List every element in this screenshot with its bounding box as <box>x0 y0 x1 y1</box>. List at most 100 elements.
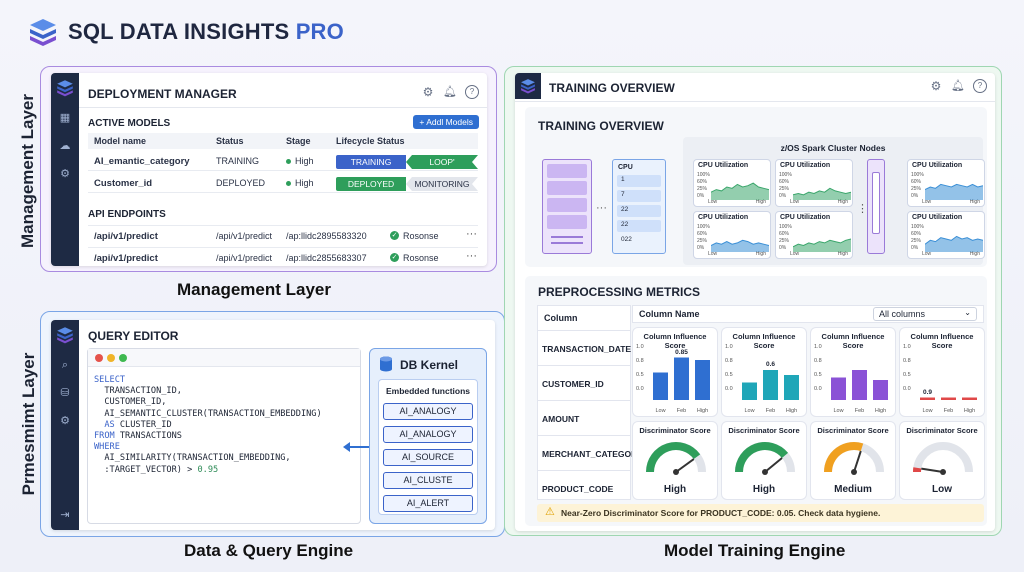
server-line <box>551 236 583 238</box>
y-tick-label: 1.0 <box>725 344 733 350</box>
cpu-utilization-card[interactable]: CPU Utilization 100% 60% 25% 0% Low High <box>775 159 853 207</box>
close-dot-icon[interactable] <box>95 354 103 362</box>
more-options-icon[interactable]: ··· <box>466 250 477 262</box>
code-line: :TARGET_VECTOR) > 0.95 <box>94 465 322 476</box>
server-line <box>551 242 583 244</box>
code-line: FROM TRANSACTIONS <box>94 431 322 442</box>
x-tick-label: Low <box>744 408 755 414</box>
cpu-card-title: CPU Utilization <box>780 214 831 221</box>
model-row[interactable]: AI_emantic_category TRAINING High TRAINING L… <box>88 151 478 171</box>
embedded-functions-label: Embedded functions <box>385 386 471 396</box>
embedded-function-item[interactable]: AI_ALERT <box>383 495 473 512</box>
code-number: 0.95 <box>197 464 219 475</box>
discriminator-card[interactable]: Discriminator Score Low <box>899 421 985 500</box>
bell-icon[interactable]: 🔔︎ <box>951 79 965 93</box>
influence-bar <box>653 372 668 400</box>
gauge-fill <box>735 442 789 473</box>
code-text: TRANSACTIONS <box>114 431 182 442</box>
embedded-function-item[interactable]: AI_ANALOGY <box>383 426 473 443</box>
logout-icon[interactable]: ⇥ <box>58 508 72 522</box>
discriminator-card-title: Discriminator Score <box>728 426 800 435</box>
embedded-function-item[interactable]: AI_SOURCE <box>383 449 473 466</box>
column-list-item[interactable]: PRODUCT_CODE <box>542 484 613 494</box>
code-keyword: WHERE <box>94 442 120 453</box>
warning-banner: ⚠ Near-Zero Discriminator Score for PROD… <box>537 504 984 522</box>
influence-bars <box>831 370 888 400</box>
cpu-utilization-card[interactable]: CPU Utilization 100% 60% 25% 0% Low High <box>775 211 853 259</box>
discriminator-card[interactable]: Discriminator Score High <box>632 421 718 500</box>
gauge-fill <box>824 442 864 473</box>
col-model-name: Model name <box>94 136 147 146</box>
cpu-utilization-card[interactable]: CPU Utilization 100% 60% 25% 0% Low High <box>693 211 771 259</box>
col-stage: Stage <box>286 136 311 146</box>
gear-icon[interactable]: ⚙ <box>929 79 943 93</box>
gauge-hub <box>851 469 857 475</box>
training-logo-box <box>515 73 541 99</box>
help-icon[interactable]: ? <box>973 79 987 93</box>
preprocessing-layer-side-label: Prmesmimt Layer <box>19 352 38 496</box>
cpu-sparkline <box>925 183 983 200</box>
help-icon[interactable]: ? <box>465 85 479 99</box>
bell-icon[interactable]: 🔔︎ <box>443 85 457 99</box>
more-options-icon[interactable]: ··· <box>466 228 477 240</box>
embedded-function-item[interactable]: AI_CLUSTE <box>383 472 473 489</box>
influence-card[interactable]: Column Influence Score 1.0 0.8 0.5 0.0 0.85 Lo… <box>632 327 718 417</box>
column-list-item[interactable]: TRANSACTION_DATE <box>542 344 631 354</box>
cloud-upload-icon[interactable]: ☁ <box>58 139 72 153</box>
endpoint-row[interactable]: /api/v1/predict/api/v1/predict/ap:llidc2… <box>88 247 478 267</box>
columns-select[interactable]: All columns ⌄ <box>873 307 977 321</box>
maximize-dot-icon[interactable] <box>119 354 127 362</box>
embedded-functions-box: Embedded functions AI_ANALOGY AI_ANALOGY A… <box>378 379 478 515</box>
cpu-row: 1 <box>617 175 661 187</box>
preprocessing-section: PREPROCESSING METRICS Column TRANSACTION… <box>525 276 987 526</box>
influence-card[interactable]: Column Influence Score 1.0 0.8 0.5 0.0 0.9 Low… <box>899 327 985 417</box>
x-tick-label: Feb <box>765 408 776 414</box>
settings-icon[interactable]: ⚙ <box>58 167 72 181</box>
y-tick-label: 0.0 <box>725 386 733 392</box>
endpoint-status: Rosonse <box>403 231 439 241</box>
database-icon[interactable]: ⛁ <box>58 386 72 400</box>
endpoint-path: /api/v1/predict <box>216 253 273 263</box>
lifecycle-stage-next: MONITORING <box>406 177 478 191</box>
cpu-pct-tick: 0% <box>697 245 705 251</box>
discriminator-card-title: Discriminator Score <box>817 426 889 435</box>
y-tick-label: 0.8 <box>725 358 733 364</box>
influence-card[interactable]: Column Influence Score 1.0 0.8 0.5 0.0 0.6 Low… <box>721 327 807 417</box>
minimize-dot-icon[interactable] <box>107 354 115 362</box>
cpu-card-title: CPU Utilization <box>912 162 963 169</box>
cpu-row-label: 022 <box>621 236 632 243</box>
cpu-row: 22 <box>617 205 661 217</box>
spark-cluster-title: z/OS Spark Cluster Nodes <box>780 143 886 153</box>
settings-icon[interactable]: ⚙ <box>58 414 72 428</box>
column-list-item[interactable]: AMOUNT <box>542 414 579 424</box>
endpoint-path: /api/v1/predict <box>216 231 273 241</box>
discriminator-card[interactable]: Discriminator Score High <box>721 421 807 500</box>
sql-code[interactable]: SELECT TRANSACTION_ID, CUSTOMER_ID, AI_S… <box>94 375 322 476</box>
server-slot <box>547 164 587 178</box>
cpu-pct-tick: 0% <box>911 245 919 251</box>
y-tick-label: 1.0 <box>636 344 644 350</box>
y-tick-label: 0.5 <box>725 372 733 378</box>
lifecycle-stage-active: TRAINING <box>336 155 406 169</box>
influence-card[interactable]: Column Influence Score 1.0 0.8 0.5 0.0 Low Feb… <box>810 327 896 417</box>
column-list-item[interactable]: CUSTOMER_ID <box>542 379 604 389</box>
cpu-pct-tick: 100% <box>911 224 924 230</box>
y-tick-label: 1.0 <box>903 344 911 350</box>
embedded-function-item[interactable]: AI_ANALOGY <box>383 403 473 420</box>
server-node-slim <box>867 159 885 254</box>
column-list-item[interactable]: MERCHANT_CATEGORY <box>542 449 643 459</box>
models-icon[interactable]: ▦ <box>58 111 72 125</box>
cpu-utilization-card[interactable]: CPU Utilization 100% 60% 25% 0% Low High <box>907 159 985 207</box>
discriminator-card[interactable]: Discriminator Score Medium <box>810 421 896 500</box>
app-logo-icon <box>521 79 535 94</box>
cpu-utilization-card[interactable]: CPU Utilization 100% 60% 25% 0% Low High <box>693 159 771 207</box>
search-icon[interactable]: ⌕ <box>58 358 72 372</box>
query-editor-title: QUERY EDITOR <box>88 329 179 343</box>
model-row[interactable]: Customer_id DEPLOYED High DEPLOYED MONITORIN… <box>88 173 478 193</box>
endpoint-row[interactable]: /api/v1/predict/api/v1/predict/ap:llidc2… <box>88 225 478 245</box>
add-models-button[interactable]: + Addl Models <box>413 115 479 129</box>
gear-icon[interactable]: ⚙ <box>421 85 435 99</box>
code-editor[interactable]: SELECT TRANSACTION_ID, CUSTOMER_ID, AI_S… <box>87 348 361 524</box>
model-name: Customer_id <box>94 178 153 189</box>
cpu-utilization-card[interactable]: CPU Utilization 100% 60% 25% 0% Low High <box>907 211 985 259</box>
